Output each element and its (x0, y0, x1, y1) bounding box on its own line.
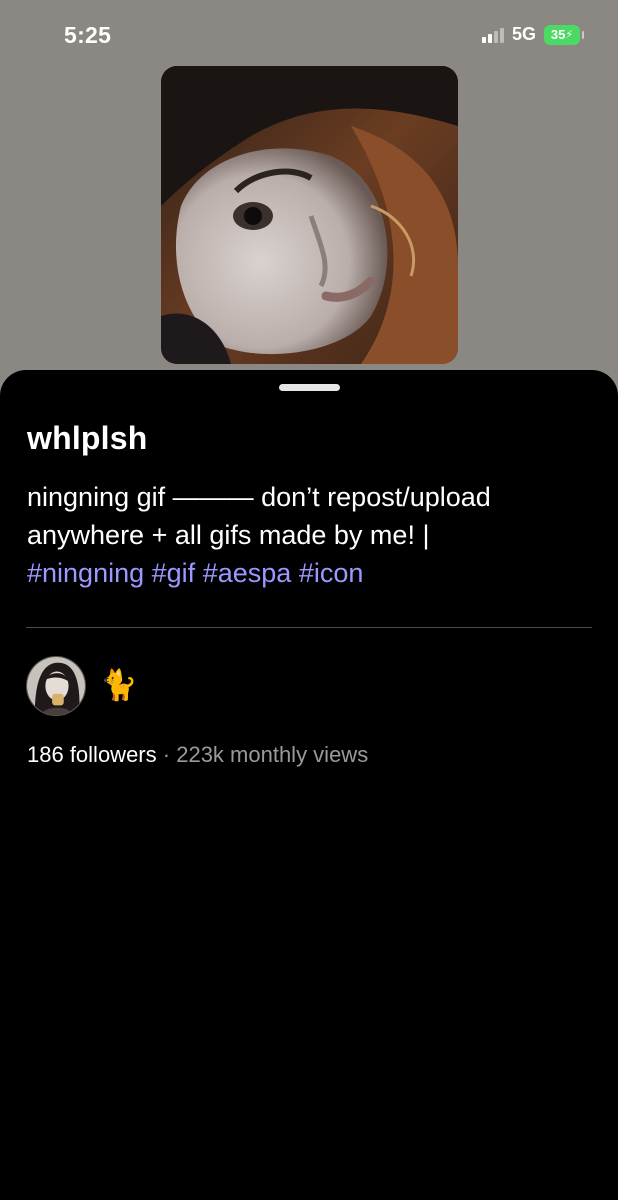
hashtag-gif[interactable]: #gif (152, 558, 196, 588)
description-text: ningning gif ——— don’t repost/upload any… (27, 482, 491, 550)
sheet-grabber[interactable] (279, 384, 340, 391)
monthly-views: 223k monthly views (176, 742, 369, 767)
battery-icon: 35 ⚡ (544, 24, 584, 45)
collaborators-row: 🐈 (26, 656, 137, 716)
hashtag-ningning[interactable]: #ningning (27, 558, 144, 588)
signal-icon (481, 27, 504, 43)
board-description: ningning gif ——— don’t repost/upload any… (27, 478, 593, 592)
status-time: 5:25 (64, 22, 112, 48)
board-stats: 186 followers · 223k monthly views (27, 742, 368, 768)
status-bar: 5:25 5G 35 ⚡ (0, 0, 618, 66)
board-details-sheet: whlplsh ningning gif ——— don’t repost/up… (0, 370, 618, 1200)
stats-separator: · (162, 742, 171, 767)
hashtag-aespa[interactable]: #aespa (203, 558, 292, 588)
status-indicators: 5G 35 ⚡ (481, 24, 584, 45)
avatar-photo (27, 657, 85, 715)
divider (26, 627, 592, 628)
owner-avatar[interactable] (26, 656, 86, 716)
board-cover-image[interactable] (161, 66, 458, 364)
hashtag-icon[interactable]: #icon (299, 558, 364, 588)
followers-count[interactable]: 186 followers (27, 742, 157, 767)
cover-photo (161, 66, 458, 364)
battery-level: 35 (550, 27, 566, 42)
board-title: whlplsh (27, 420, 148, 456)
screen: 5:25 5G 35 ⚡ whlplsh ningning gif ——— do… (0, 0, 618, 1200)
cat-emoji-icon: 🐈 (100, 668, 138, 703)
network-label: 5G (511, 24, 536, 44)
